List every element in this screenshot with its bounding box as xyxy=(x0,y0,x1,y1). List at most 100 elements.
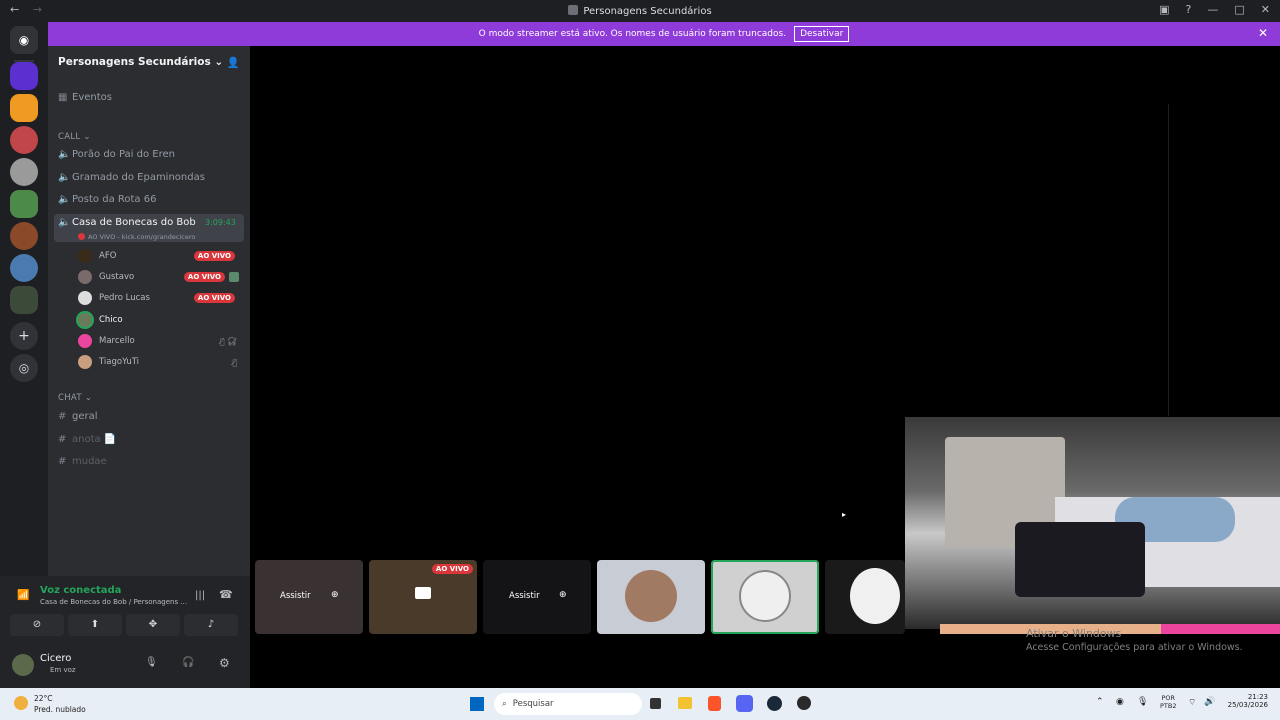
streamer-mode-banner: O modo streamer está ativo. Os nomes de … xyxy=(48,22,1280,46)
participant-tile-speaking[interactable] xyxy=(711,560,819,634)
participant-tile[interactable] xyxy=(825,560,905,634)
voice-status: Voz conectada xyxy=(40,585,122,596)
server-icon[interactable] xyxy=(10,94,38,122)
text-channel[interactable]: # geral xyxy=(58,411,98,422)
zoom-icon[interactable]: ⊕ xyxy=(331,590,339,600)
voice-channel[interactable]: 🔈 Posto da Rota 66 xyxy=(58,194,156,205)
speaker-icon: 🔈 xyxy=(58,217,71,228)
text-channel[interactable]: # anota 📄 xyxy=(58,434,116,445)
keyboard-language[interactable]: POR PTB2 xyxy=(1160,694,1177,710)
volume-icon[interactable]: 🔊 xyxy=(1204,697,1215,707)
voice-channel-path[interactable]: Casa de Bonecas do Bob / Personagens ... xyxy=(40,598,187,606)
clock[interactable]: 21:23 25/03/2026 xyxy=(1220,693,1268,709)
hash-icon: # xyxy=(58,434,67,445)
add-server-icon[interactable]: + xyxy=(10,322,38,350)
window-title: Personagens Secundários xyxy=(0,5,1280,17)
voice-channel-name: 🔈 Casa de Bonecas do Bob xyxy=(58,217,196,228)
signal-icon: 📶 xyxy=(17,590,30,601)
watch-button[interactable]: Assistir xyxy=(509,591,540,601)
inbox-icon[interactable]: ▣ xyxy=(1159,3,1169,16)
app-icon[interactable] xyxy=(797,696,811,710)
zoom-icon[interactable]: ⊕ xyxy=(559,590,567,600)
search-box[interactable]: ⌕ Pesquisar xyxy=(494,693,642,715)
category-call[interactable]: CALL ⌄ xyxy=(58,132,91,142)
events-item[interactable]: ▦ Eventos xyxy=(58,92,112,103)
server-icon[interactable] xyxy=(10,222,38,250)
guild-header[interactable]: Personagens Secundários ⌄ 👤 xyxy=(48,46,250,78)
category-chat[interactable]: CHAT ⌄ xyxy=(58,393,92,403)
activities-button[interactable]: ✥ xyxy=(126,614,180,636)
discover-icon[interactable]: ◎ xyxy=(10,354,38,382)
close-icon[interactable]: ✕ xyxy=(1258,26,1268,40)
hash-icon: # xyxy=(58,456,67,467)
task-view-icon[interactable] xyxy=(650,698,661,709)
watch-button[interactable]: Assistir xyxy=(280,591,311,601)
voice-channel[interactable]: 🔈 Porão do Pai do Eren xyxy=(58,149,175,160)
windows-taskbar: 22°C Pred. nublado ⌕ Pesquisar ⌃ ◉ 🎙 POR … xyxy=(0,688,1280,720)
calendar-icon: ▦ xyxy=(58,92,68,103)
text-channel[interactable]: # mudae xyxy=(58,456,107,467)
voice-user-panel: 📶 Voz conectada Casa de Bonecas do Bob /… xyxy=(0,576,250,688)
voice-user[interactable]: AFO AO VIVO xyxy=(78,248,243,264)
network-icon[interactable]: ◉ xyxy=(1116,697,1124,707)
server-icon[interactable] xyxy=(10,126,38,154)
steam-icon[interactable] xyxy=(767,696,782,711)
start-button[interactable] xyxy=(470,697,484,711)
user-status: Em voz xyxy=(50,666,76,674)
brave-browser-icon[interactable] xyxy=(708,696,721,711)
camera-feed[interactable] xyxy=(905,417,1280,629)
invite-icon[interactable]: 👤 xyxy=(227,56,240,69)
server-icon[interactable] xyxy=(10,254,38,282)
screenshare-button[interactable]: ⬆ xyxy=(68,614,122,636)
voice-user[interactable]: Pedro Lucas AO VIVO xyxy=(78,290,243,306)
call-timer: 3:09:43 xyxy=(205,218,236,227)
server-icon[interactable] xyxy=(10,62,38,90)
stream-tile[interactable]: Assistir ⊕ xyxy=(255,560,363,634)
microphone-icon[interactable]: 🎙 xyxy=(145,657,158,668)
soundboard-icon[interactable]: ||| xyxy=(195,590,205,601)
soundboard-button[interactable]: ♪ xyxy=(184,614,238,636)
voice-channel[interactable]: 🔈 Gramado do Epaminondas xyxy=(58,172,205,183)
voice-user[interactable]: Marcello 🎙̸ 🎧̸ xyxy=(78,333,243,349)
server-icon[interactable] xyxy=(10,190,38,218)
close-button[interactable]: ✕ xyxy=(1261,3,1270,16)
muted-icon: 🎙̸ 🎧̸ xyxy=(219,336,237,346)
help-icon[interactable]: ? xyxy=(1186,3,1192,16)
disconnect-icon[interactable]: ☎ xyxy=(219,588,233,601)
tray-chevron-icon[interactable]: ⌃ xyxy=(1096,697,1104,707)
voice-user-speaking[interactable]: Chico xyxy=(78,312,243,328)
live-badge: AO VIVO xyxy=(193,293,235,303)
minimize-button[interactable]: — xyxy=(1207,3,1218,16)
avatar[interactable] xyxy=(12,654,34,676)
settings-gear-icon[interactable]: ⚙ xyxy=(219,656,230,670)
file-explorer-icon[interactable] xyxy=(678,697,692,709)
server-icon[interactable] xyxy=(10,158,38,186)
mic-tray-icon[interactable]: 🎙 xyxy=(1137,697,1148,707)
speaker-icon: 🔈 xyxy=(58,172,71,183)
disable-streamer-button[interactable]: Desativar xyxy=(794,26,850,42)
avatar xyxy=(78,291,92,305)
scrollbar[interactable] xyxy=(1168,104,1169,416)
muted-icon: 🎙̸ xyxy=(232,357,237,367)
channel-status: AO VIVO - kick.com/grandecicero xyxy=(78,233,195,241)
maximize-button[interactable]: □ xyxy=(1234,3,1244,16)
chevron-down-icon: ⌄ xyxy=(214,56,224,68)
participant-tile[interactable] xyxy=(597,560,705,634)
live-badge: AO VIVO xyxy=(183,272,225,282)
avatar xyxy=(625,570,677,622)
banner-text: O modo streamer está ativo. Os nomes de … xyxy=(478,29,787,39)
camera-button[interactable]: ⊘ xyxy=(10,614,64,636)
voice-user[interactable]: Gustavo AO VIVO xyxy=(78,269,243,285)
wifi-icon[interactable]: ⌔ xyxy=(1188,697,1196,708)
avatar xyxy=(78,355,92,369)
title-bar: ← → Personagens Secundários ▣ ? — □ ✕ xyxy=(0,0,1280,22)
stream-tile[interactable]: Assistir ⊕ xyxy=(483,560,591,634)
weather-icon[interactable] xyxy=(14,696,28,710)
headphones-icon[interactable]: 🎧 xyxy=(182,657,194,668)
discord-home-icon[interactable]: ◉ xyxy=(10,26,38,54)
discord-app-icon[interactable] xyxy=(736,695,753,712)
voice-user[interactable]: TiagoYuTi 🎙̸ xyxy=(78,354,243,370)
server-folder-icon[interactable] xyxy=(10,286,38,314)
weather-desc: Pred. nublado xyxy=(34,705,86,714)
stream-tile[interactable]: AO VIVO xyxy=(369,560,477,634)
